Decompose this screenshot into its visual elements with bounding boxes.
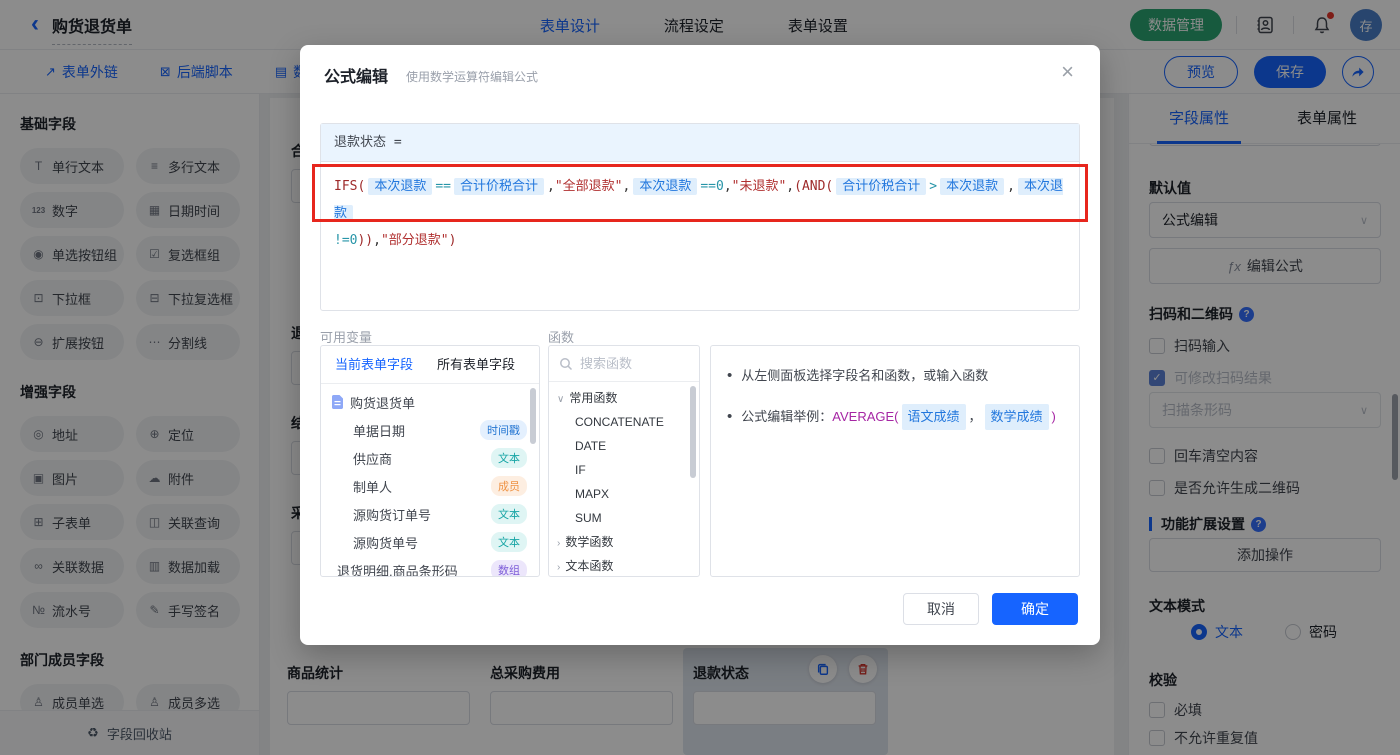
modal-subtitle: 使用数学运算符编辑公式 <box>406 70 539 84</box>
token-string: "未退款" <box>731 179 787 194</box>
field-chip[interactable]: 合计价税合计 <box>836 178 927 195</box>
example-comma: ， <box>968 409 982 424</box>
close-icon[interactable]: × <box>1061 59 1074 85</box>
formula-line-1: IFS(本次退款 == 合计价税合计 ,"全部退款", 本次退款 ==0,"未退款",(A… <box>334 173 1066 227</box>
bullet-icon: • <box>727 408 733 425</box>
variable-label: 供应商 <box>353 451 393 467</box>
example-field-chip: 语文成绩 <box>901 404 966 430</box>
confirm-button[interactable]: 确定 <box>992 593 1078 625</box>
example-function-open: AVERAGE( <box>832 409 899 424</box>
token-plain: , <box>373 233 381 248</box>
type-badge: 文本 <box>491 504 527 524</box>
field-chip[interactable]: 本次退款 <box>368 178 433 195</box>
caret-closed-icon: › <box>557 562 561 573</box>
hints-panel: • 从左侧面板选择字段名和函数，或输入函数 • 公式编辑举例： AVERAGE(… <box>710 345 1080 577</box>
variable-item[interactable]: 源购货单号 文本 <box>321 528 539 556</box>
field-chip[interactable]: 本次退款 <box>940 178 1005 195</box>
token-plain: , <box>723 179 732 194</box>
token-plain: , <box>622 179 631 194</box>
functions-scrollbar[interactable] <box>690 386 696 478</box>
token-function: )) <box>357 233 374 248</box>
app: ‹ 购货退货单 表单设计 流程设定 表单设置 数据管理 存 ↗ 表单外链 ⊠ 后… <box>0 0 1400 755</box>
functions-panel: ∨ 常用函数 CONCATENATE DATE IF MAPX SUM › 数学函数… <box>548 345 700 577</box>
variable-item[interactable]: 退货明细.商品条形码 数组 <box>321 556 539 577</box>
variables-tabs: 当前表单字段 所有表单字段 <box>321 346 539 384</box>
variable-item[interactable]: 源购货订单号 文本 <box>321 500 539 528</box>
function-item[interactable]: CONCATENATE <box>549 410 699 434</box>
hint-example-prefix: 公式编辑举例： <box>741 409 833 424</box>
variables-root-node[interactable]: 购货退货单 <box>321 388 539 416</box>
hint-line-1: • 从左侧面板选择字段名和函数，或输入函数 <box>727 364 1063 388</box>
token-operator: !=0 <box>334 233 358 248</box>
caret-open-icon: ∨ <box>557 394 565 405</box>
token-operator: ==0 <box>700 179 724 194</box>
variable-label: 单据日期 <box>353 423 406 439</box>
variable-item[interactable]: 制单人 成员 <box>321 472 539 500</box>
functions-label: 函数 <box>548 330 575 345</box>
type-badge: 文本 <box>491 532 527 552</box>
token-operator: > <box>929 179 938 194</box>
token-plain: , <box>786 179 795 194</box>
modal-title: 公式编辑 <box>324 69 389 86</box>
token-function: ) <box>448 233 457 248</box>
group-label: 常用函数 <box>569 391 618 405</box>
formula-editor[interactable]: 退款状态 = IFS(本次退款 == 合计价税合计 ,"全部退款", 本次退款 ==0,"… <box>320 123 1080 311</box>
root-node-label: 购货退货单 <box>350 395 416 411</box>
tab-all-form-fields[interactable]: 所有表单字段 <box>437 346 515 384</box>
type-badge: 时间戳 <box>480 420 527 440</box>
variable-item[interactable]: 供应商 文本 <box>321 444 539 472</box>
search-input[interactable] <box>580 356 680 371</box>
group-label: 数学函数 <box>565 535 614 549</box>
variable-label: 制单人 <box>353 479 393 495</box>
function-item[interactable]: IF <box>549 458 699 482</box>
token-function: (AND( <box>794 179 834 194</box>
function-item[interactable]: DATE <box>549 434 699 458</box>
token-string: "部分退款" <box>380 233 449 248</box>
variable-label: 退货明细.商品条形码 <box>337 563 458 577</box>
type-badge: 数组 <box>491 560 527 576</box>
variable-label: 源购货订单号 <box>353 507 432 523</box>
function-item[interactable]: SUM <box>549 506 699 530</box>
formula-line-2: !=0)),"部分退款") <box>334 227 1066 254</box>
tab-current-form-fields[interactable]: 当前表单字段 <box>335 346 413 384</box>
group-label: 文本函数 <box>565 559 614 573</box>
token-operator: == <box>435 179 451 194</box>
function-search[interactable] <box>549 346 699 382</box>
caret-closed-icon: › <box>557 538 561 549</box>
search-icon <box>559 357 573 371</box>
type-badge: 文本 <box>491 448 527 468</box>
token-plain: , <box>547 179 555 194</box>
variable-label: 源购货单号 <box>353 535 419 551</box>
variables-panel: 当前表单字段 所有表单字段 购货退货单 单据日期 时间戳 供应商 文本 制单人 成员 … <box>320 345 540 577</box>
token-plain: , <box>1007 179 1015 194</box>
variables-scrollbar[interactable] <box>530 388 536 444</box>
bullet-icon: • <box>727 367 733 384</box>
token-string: "全部退款" <box>554 179 623 194</box>
function-group-common[interactable]: ∨ 常用函数 <box>549 386 699 410</box>
hint-line-2: • 公式编辑举例： AVERAGE( 语文成绩 ， 数学成绩 ) <box>727 404 1063 430</box>
formula-code[interactable]: IFS(本次退款 == 合计价税合计 ,"全部退款", 本次退款 ==0,"未退款",(A… <box>321 162 1079 265</box>
field-chip[interactable]: 本次退款 <box>633 178 698 195</box>
token-function: IFS( <box>334 179 366 194</box>
type-badge: 成员 <box>491 476 527 496</box>
form-document-icon <box>331 395 344 409</box>
formula-target: 退款状态 = <box>321 124 1079 162</box>
variables-label: 可用变量 <box>320 330 373 345</box>
field-chip[interactable]: 合计价税合计 <box>453 178 544 195</box>
example-function-close: ) <box>1051 409 1056 424</box>
function-item[interactable]: MAPX <box>549 482 699 506</box>
example-field-chip: 数学成绩 <box>984 404 1049 430</box>
formula-edit-modal: 公式编辑 使用数学运算符编辑公式 × 退款状态 = IFS(本次退款 == 合计价税… <box>300 45 1100 645</box>
variable-item[interactable]: 单据日期 时间戳 <box>321 416 539 444</box>
cancel-button[interactable]: 取消 <box>903 593 979 625</box>
function-group-math[interactable]: › 数学函数 <box>549 530 699 554</box>
function-group-text[interactable]: › 文本函数 <box>549 554 699 576</box>
